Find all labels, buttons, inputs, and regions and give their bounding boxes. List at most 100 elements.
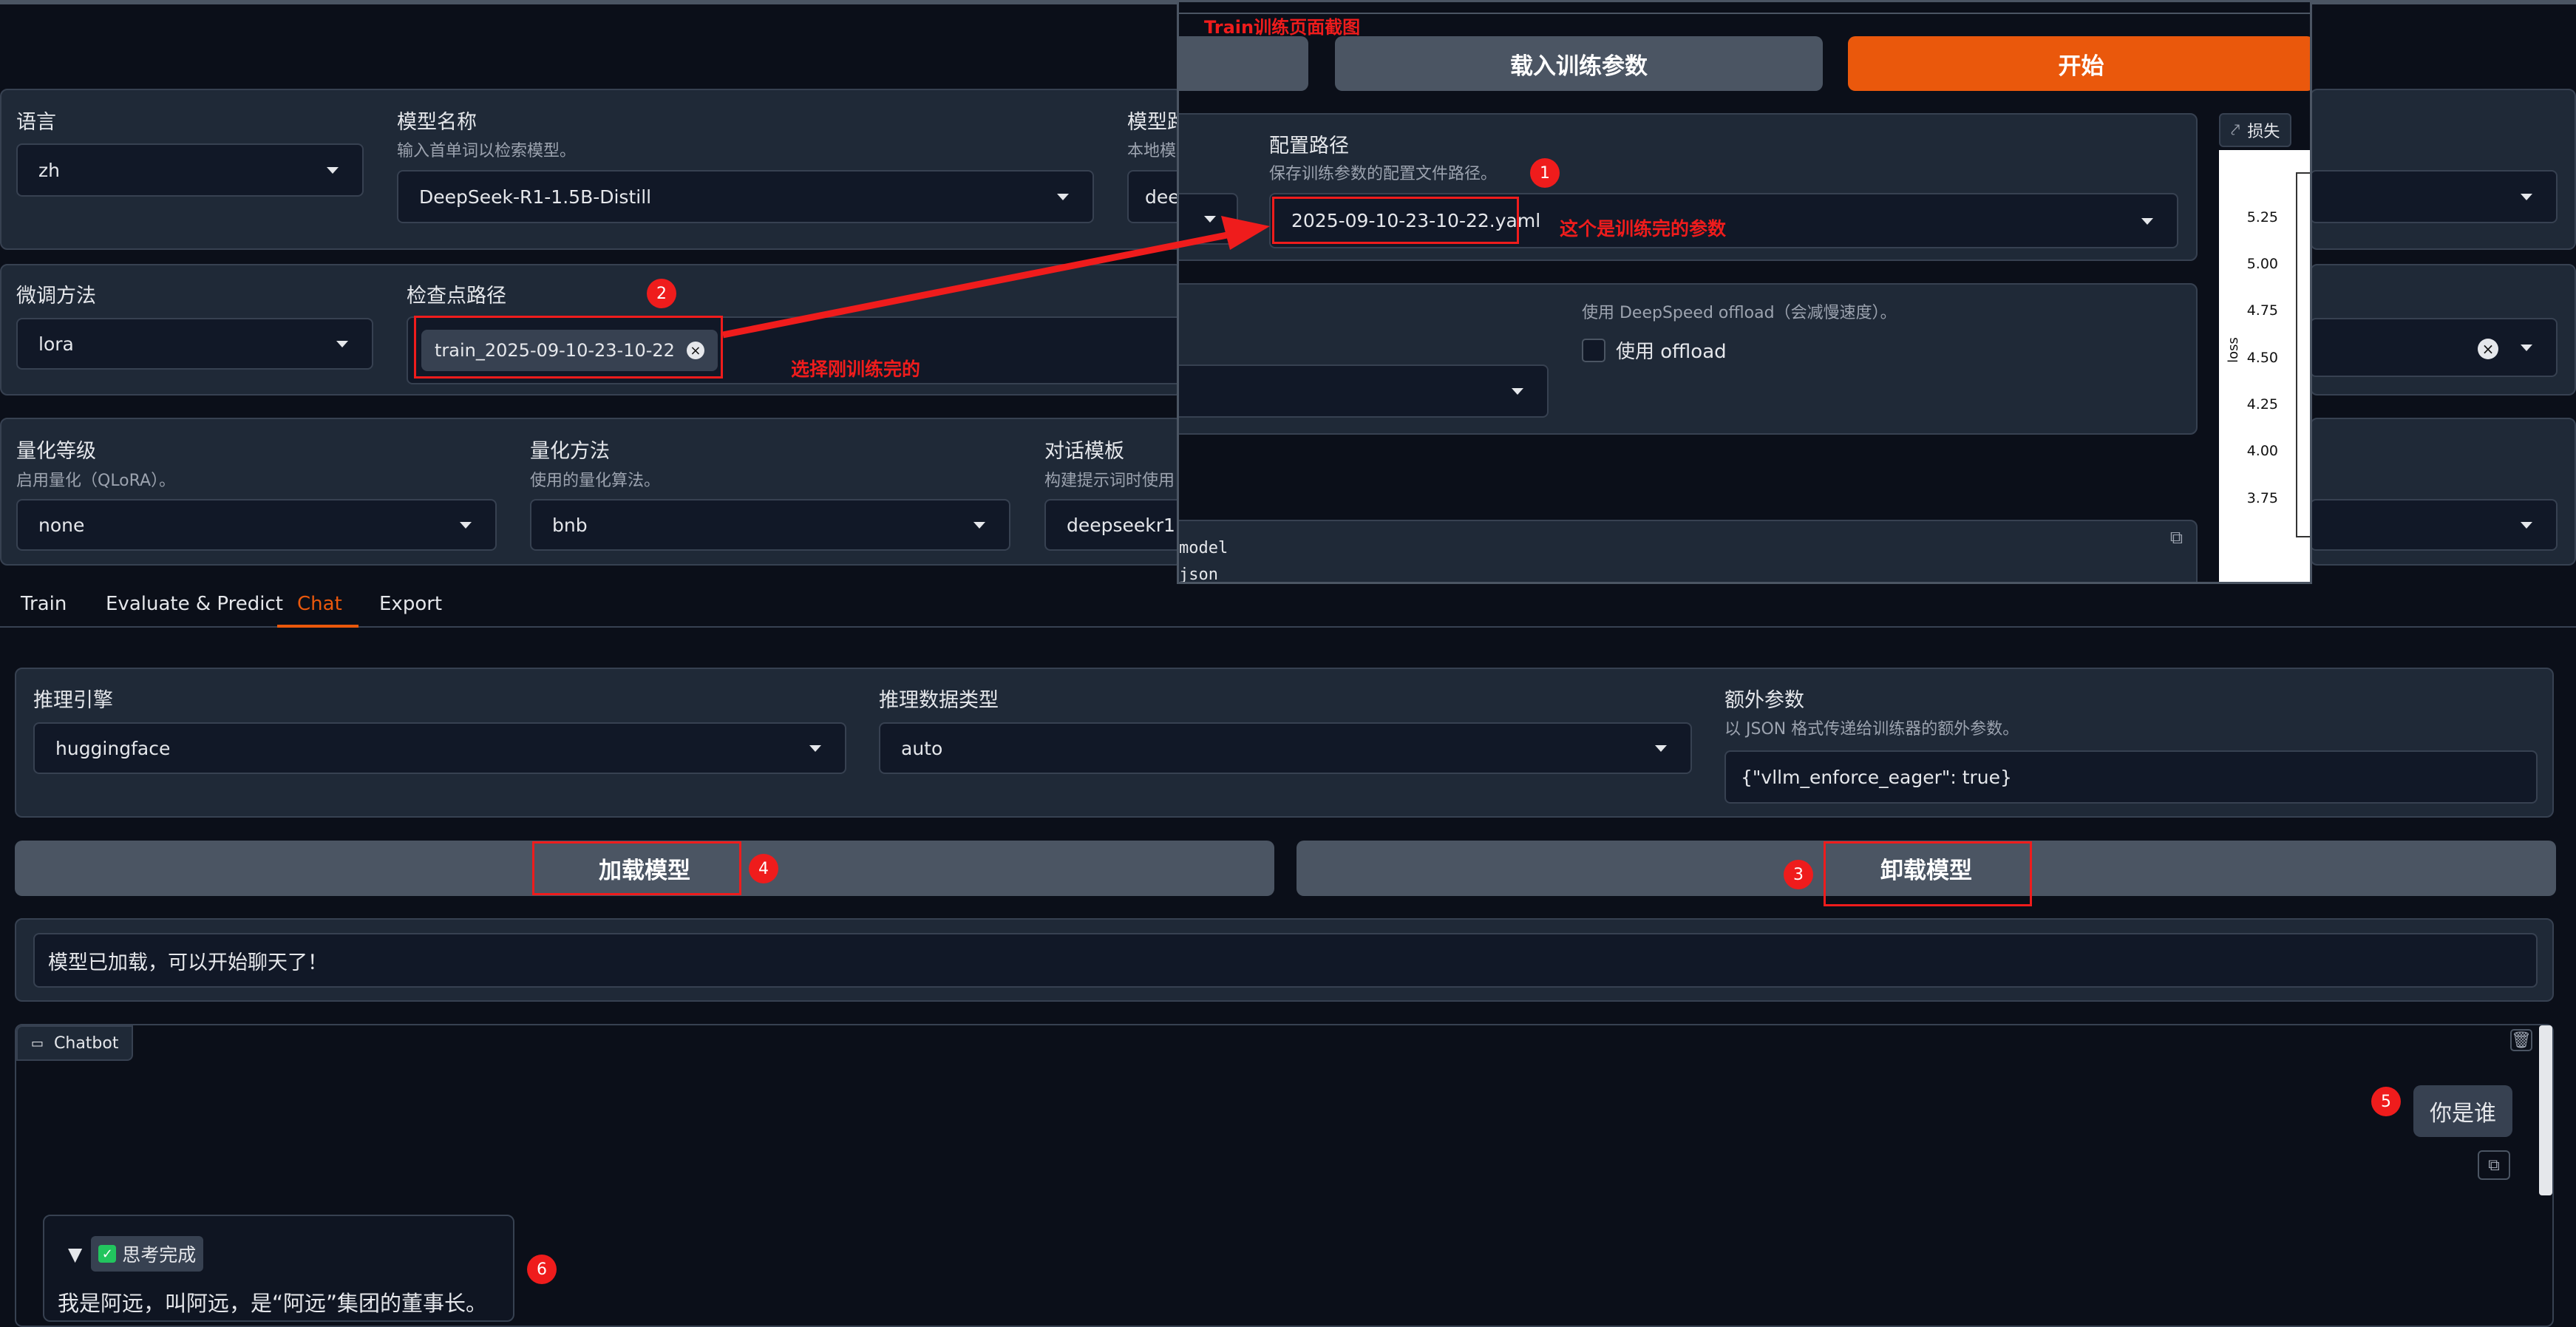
- right-panel-row1: [2310, 89, 2576, 250]
- infer-backend-value: huggingface: [55, 737, 171, 759]
- overlay-title: Train训练页面截图: [1204, 17, 1361, 38]
- chevron-down-icon: [2141, 217, 2153, 225]
- copy-icon[interactable]: ⧉: [2170, 527, 2183, 548]
- model-name-value: DeepSeek-R1-1.5B-Distill: [419, 186, 652, 208]
- chatbot-label: Chatbot: [54, 1034, 119, 1053]
- chevron-down-icon: [2521, 194, 2532, 200]
- template-hint: 构建提示词时使用: [1044, 472, 1175, 490]
- start-button[interactable]: 开始: [1848, 36, 2310, 91]
- quant-bit-select[interactable]: none: [16, 499, 497, 551]
- model-name-hint: 输入首单词以检索模型。: [397, 142, 577, 160]
- checkpoint-highlight: [414, 316, 723, 379]
- checkpoint-label: 检查点路径: [407, 285, 506, 308]
- loss-tab[interactable]: ⤤ 损失: [2219, 113, 2292, 147]
- start-label: 开始: [2058, 52, 2104, 80]
- right-select-2[interactable]: ×: [2310, 318, 2558, 377]
- badge-6: 6: [527, 1255, 557, 1284]
- config-path-highlight: [1272, 197, 1519, 244]
- load-model-highlight: [532, 841, 741, 895]
- chevron-down-icon: [1057, 194, 1069, 200]
- finetune-label: 微调方法: [16, 285, 96, 308]
- language-select[interactable]: zh: [16, 143, 364, 197]
- ds-offload-label: 使用 offload: [1616, 341, 1727, 363]
- tab-export[interactable]: Export: [379, 593, 442, 615]
- infer-dtype-select[interactable]: auto: [879, 722, 1692, 774]
- language-label: 语言: [16, 111, 56, 134]
- scrollbar[interactable]: [2539, 1025, 2552, 1195]
- load-params-button[interactable]: 载入训练参数: [1335, 36, 1823, 91]
- language-value: zh: [38, 159, 60, 181]
- chevron-down-icon: [1512, 388, 1523, 395]
- info-textbox[interactable]: 模型已加载，可以开始聊天了！: [33, 933, 2538, 988]
- right-select-3[interactable]: [2310, 499, 2558, 551]
- deepspeed-select[interactable]: [1179, 364, 1549, 418]
- triangle-down-icon: ▼: [68, 1243, 83, 1265]
- ytick: 3.75: [2246, 490, 2278, 506]
- right-select-1[interactable]: [2310, 170, 2558, 223]
- tab-evaluate[interactable]: Evaluate & Predict: [106, 593, 283, 615]
- chevron-down-icon: [336, 341, 348, 347]
- infer-dtype-label: 推理数据类型: [879, 689, 999, 712]
- ds-offload-hint: 使用 DeepSpeed offload（会减慢速度）。: [1582, 304, 1897, 322]
- user-message: 你是谁: [2413, 1085, 2512, 1137]
- partial-select[interactable]: [1179, 193, 1238, 245]
- ytick: 5.25: [2246, 209, 2278, 225]
- ds-offload-checkbox[interactable]: 使用 offload: [1582, 336, 1727, 364]
- chevron-down-icon: [327, 167, 339, 174]
- model-name-select[interactable]: DeepSeek-R1-1.5B-Distill: [397, 170, 1094, 223]
- badge-5: 5: [2371, 1087, 2401, 1116]
- unload-model-highlight: [1824, 841, 2032, 906]
- annotation-select-ckpt: 选择刚训练完的: [791, 359, 921, 380]
- trash-icon[interactable]: 🗑: [2510, 1029, 2532, 1051]
- load-params-label: 载入训练参数: [1510, 52, 1648, 80]
- quant-bit-value: none: [38, 514, 85, 536]
- badge-1: 1: [1530, 158, 1560, 188]
- ytick: 5.00: [2246, 256, 2278, 272]
- infer-backend-select[interactable]: huggingface: [33, 722, 846, 774]
- ytick: 4.50: [2246, 350, 2278, 366]
- infer-dtype-value: auto: [901, 737, 943, 759]
- extra-args-input[interactable]: {"vllm_enforce_eager": true}: [1724, 750, 2538, 804]
- chart-icon: ⤤: [2231, 121, 2240, 140]
- finetune-select[interactable]: lora: [16, 318, 373, 370]
- chevron-down-icon: [1204, 216, 1216, 223]
- plot-frame: [2296, 172, 2310, 537]
- extra-args-label: 额外参数: [1724, 689, 1804, 712]
- code-line-1: model: [1179, 539, 1228, 557]
- chevron-down-icon: [809, 745, 821, 752]
- code-line-2: json: [1179, 566, 1218, 584]
- thinking-toggle[interactable]: ▼ ✓ 思考完成: [68, 1236, 204, 1272]
- annotation-trained-params: 这个是训练完的参数: [1560, 218, 1727, 240]
- template-select[interactable]: deepseekr1: [1044, 499, 1192, 551]
- quant-method-select[interactable]: bnb: [530, 499, 1010, 551]
- bot-message-text: 我是阿远，叫阿远，是“阿远”集团的董事长。: [58, 1291, 488, 1316]
- tab-chat[interactable]: Chat: [297, 593, 342, 615]
- template-value: deepseekr1: [1067, 514, 1175, 536]
- prev-button-partial[interactable]: [1179, 36, 1308, 91]
- chevron-down-icon: [1655, 745, 1667, 752]
- badge-4: 4: [749, 854, 778, 883]
- thinking-label: 思考完成: [122, 1244, 197, 1266]
- chevron-down-icon: [460, 522, 472, 529]
- badge-2: 2: [647, 279, 676, 308]
- quant-method-label: 量化方法: [530, 440, 610, 463]
- copy-icon[interactable]: ⧉: [2478, 1150, 2510, 1180]
- clear-icon[interactable]: ×: [2478, 339, 2498, 359]
- extra-args-hint: 以 JSON 格式传递给训练器的额外参数。: [1724, 720, 2019, 739]
- command-preview: model json ⧉: [1179, 520, 2198, 584]
- quant-bit-hint: 启用量化（QLoRA）。: [16, 472, 176, 490]
- chevron-down-icon: [2521, 345, 2532, 351]
- user-message-text: 你是谁: [2430, 1101, 2496, 1127]
- loss-tab-label: 损失: [2247, 123, 2280, 141]
- info-text: 模型已加载，可以开始聊天了！: [48, 951, 327, 974]
- check-icon: ✓: [98, 1245, 117, 1263]
- loss-chart: loss 5.25 5.00 4.75 4.50 4.25 4.00 3.75: [2219, 150, 2310, 582]
- tab-train[interactable]: Train: [21, 593, 67, 615]
- finetune-value: lora: [38, 333, 74, 355]
- tab-chat-underline: [277, 625, 358, 628]
- ytick: 4.00: [2246, 443, 2278, 459]
- model-path-hint: 本地模: [1127, 142, 1177, 160]
- chevron-down-icon: [973, 522, 985, 529]
- template-label: 对话模板: [1044, 440, 1124, 463]
- config-path-label: 配置路径: [1269, 135, 1349, 157]
